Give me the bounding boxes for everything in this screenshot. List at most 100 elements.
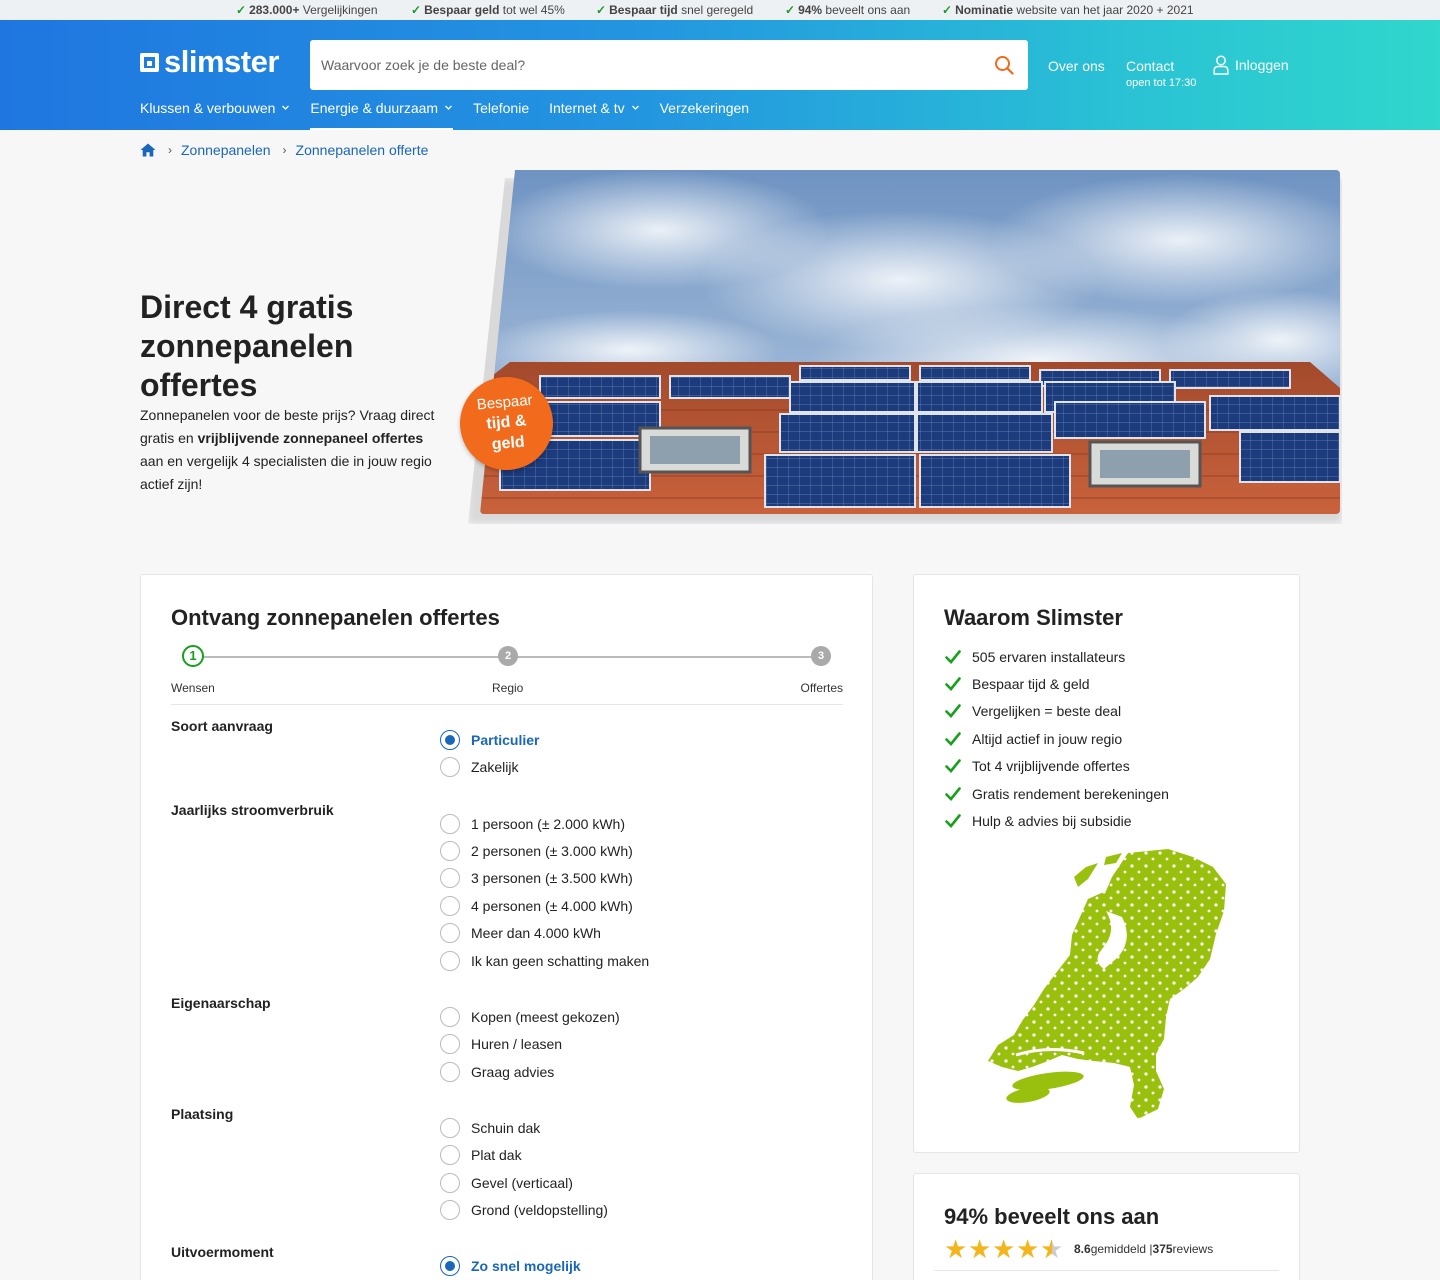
home-icon[interactable] bbox=[140, 143, 156, 157]
radio-option[interactable]: Meer dan 4.000 kWh bbox=[440, 923, 601, 943]
star-icon: ★ bbox=[1016, 1234, 1040, 1264]
search-icon[interactable] bbox=[994, 55, 1014, 75]
step-3-label: Offertes bbox=[800, 681, 843, 695]
radio-button[interactable] bbox=[440, 1200, 460, 1220]
radio-option[interactable]: Huren / leasen bbox=[440, 1034, 562, 1054]
contact-link[interactable]: Contact open tot 17:30 bbox=[1126, 58, 1196, 89]
radio-button[interactable] bbox=[440, 1118, 460, 1138]
step-1-indicator: 1 bbox=[182, 645, 204, 667]
check-icon bbox=[945, 814, 961, 828]
check-icon: ✓ bbox=[236, 3, 247, 17]
why-slimster-card: Waarom Slimster 505 ervaren installateur… bbox=[913, 574, 1300, 1153]
radio-button[interactable] bbox=[440, 1173, 460, 1193]
chevron-right-icon: › bbox=[168, 143, 172, 157]
check-icon bbox=[945, 732, 961, 746]
usp-item: ✓ Bespaar geld tot wel 45% bbox=[411, 3, 565, 17]
step-3-indicator: 3 bbox=[811, 646, 831, 666]
login-button[interactable]: Inloggen bbox=[1213, 55, 1289, 75]
list-item: Gratis rendement berekeningen bbox=[944, 780, 1169, 807]
step-2-indicator: 2 bbox=[498, 646, 518, 666]
radio-button[interactable] bbox=[440, 896, 460, 916]
radio-option[interactable]: Ik kan geen schatting maken bbox=[440, 951, 649, 971]
user-icon bbox=[1213, 55, 1229, 75]
question-label: Soort aanvraag bbox=[171, 718, 273, 734]
radio-button[interactable] bbox=[440, 1256, 460, 1276]
radio-button[interactable] bbox=[440, 923, 460, 943]
check-icon: ✓ bbox=[596, 3, 607, 17]
radio-button[interactable] bbox=[440, 1062, 460, 1082]
radio-button[interactable] bbox=[440, 1145, 460, 1165]
radio-option[interactable]: Grond (veldopstelling) bbox=[440, 1200, 608, 1220]
radio-button[interactable] bbox=[440, 730, 460, 750]
hero-intro: Zonnepanelen voor de beste prijs? Vraag … bbox=[140, 407, 435, 492]
radio-option[interactable]: Graag advies bbox=[440, 1062, 554, 1082]
list-item: Hulp & advies bij subsidie bbox=[944, 807, 1169, 834]
radio-option[interactable]: Zo snel mogelijk bbox=[440, 1256, 581, 1276]
login-label: Inloggen bbox=[1235, 57, 1289, 73]
chevron-down-icon bbox=[631, 105, 639, 110]
question-label: Plaatsing bbox=[171, 1106, 234, 1122]
star-half-icon: ★ bbox=[1040, 1234, 1064, 1264]
hero-image bbox=[480, 170, 1340, 514]
radio-option[interactable]: 2 personen (± 3.000 kWh) bbox=[440, 841, 633, 861]
solar-roof-illustration bbox=[480, 170, 1340, 514]
radio-option[interactable]: Plat dak bbox=[440, 1145, 522, 1165]
usp-item: ✓ Bespaar tijd snel geregeld bbox=[596, 3, 754, 17]
logo[interactable]: slimster bbox=[140, 46, 279, 77]
radio-option[interactable]: 3 personen (± 3.500 kWh) bbox=[440, 868, 633, 888]
progress-steps: 1 2 3 Wensen Regio Offertes bbox=[171, 645, 843, 695]
check-icon: ✓ bbox=[942, 3, 953, 17]
radio-option[interactable]: Gevel (verticaal) bbox=[440, 1173, 573, 1193]
about-link[interactable]: Over ons bbox=[1048, 58, 1105, 74]
contact-hours: open tot 17:30 bbox=[1126, 77, 1197, 89]
check-icon bbox=[945, 677, 961, 692]
question-label: Uitvoermoment bbox=[171, 1244, 274, 1260]
reviews-card: 94% beveelt ons aan ★ ★ ★ ★ ★ 8.6 gemidd… bbox=[913, 1173, 1300, 1280]
nav-item-verzekeringen[interactable]: Verzekeringen bbox=[660, 100, 750, 130]
logo-mark-icon bbox=[140, 52, 159, 72]
star-icon: ★ bbox=[968, 1234, 992, 1264]
radio-option[interactable]: Kopen (meest gekozen) bbox=[440, 1007, 620, 1027]
radio-button[interactable] bbox=[440, 1034, 460, 1054]
nav-item-telefonie[interactable]: Telefonie bbox=[473, 100, 529, 130]
search-input[interactable] bbox=[310, 40, 950, 90]
usp-bar: ✓ 283.000+ Vergelijkingen ✓ Bespaar geld t… bbox=[0, 0, 1440, 20]
main-nav: Klussen & verbouwen Energie & duurzaam T… bbox=[140, 100, 769, 130]
radio-button[interactable] bbox=[440, 814, 460, 834]
radio-button[interactable] bbox=[440, 1007, 460, 1027]
nav-item-klussen[interactable]: Klussen & verbouwen bbox=[140, 100, 290, 130]
breadcrumb-link[interactable]: Zonnepanelen bbox=[181, 142, 271, 158]
search-box bbox=[310, 40, 1028, 90]
list-item: Vergelijken = beste deal bbox=[944, 698, 1169, 725]
chevron-down-icon bbox=[282, 105, 290, 110]
radio-button[interactable] bbox=[440, 951, 460, 971]
step-2-label: Regio bbox=[492, 681, 524, 695]
nav-item-internet[interactable]: Internet & tv bbox=[549, 100, 639, 130]
check-icon: ✓ bbox=[411, 3, 422, 17]
reviews-title: 94% beveelt ons aan bbox=[944, 1204, 1160, 1229]
radio-button[interactable] bbox=[440, 868, 460, 888]
breadcrumb-current[interactable]: Zonnepanelen offerte bbox=[296, 142, 429, 158]
chevron-right-icon: › bbox=[282, 143, 287, 157]
radio-button[interactable] bbox=[440, 841, 460, 861]
rating-summary: ★ ★ ★ ★ ★ 8.6 gemiddeld | 375 reviews bbox=[944, 1234, 1214, 1264]
form-title: Ontvang zonnepanelen offertes bbox=[171, 605, 500, 630]
benefits-list: 505 ervaren installateurs Bespaar tijd &… bbox=[944, 643, 1169, 835]
radio-option[interactable]: Schuin dak bbox=[440, 1118, 540, 1138]
radio-option[interactable]: 1 persoon (± 2.000 kWh) bbox=[440, 814, 625, 834]
check-icon bbox=[945, 759, 961, 774]
nav-item-energie[interactable]: Energie & duurzaam bbox=[310, 100, 454, 130]
breadcrumb: › Zonnepanelen › Zonnepanelen offerte bbox=[140, 142, 428, 158]
star-rating: ★ ★ ★ ★ ★ bbox=[944, 1236, 1064, 1262]
usp-item: ✓ Nominatie website van het jaar 2020 + 2… bbox=[942, 3, 1194, 17]
step-1-label: Wensen bbox=[171, 681, 215, 695]
radio-button[interactable] bbox=[440, 757, 460, 777]
question-label: Eigenaarschap bbox=[171, 995, 271, 1011]
star-icon: ★ bbox=[992, 1234, 1016, 1264]
radio-option[interactable]: 4 personen (± 4.000 kWh) bbox=[440, 896, 633, 916]
list-item: Tot 4 vrijblijvende offertes bbox=[944, 753, 1169, 780]
radio-option[interactable]: Particulier bbox=[440, 730, 539, 750]
radio-option[interactable]: Zakelijk bbox=[440, 757, 518, 777]
chevron-down-icon bbox=[445, 105, 453, 110]
list-item: Altijd actief in jouw regio bbox=[944, 725, 1169, 752]
